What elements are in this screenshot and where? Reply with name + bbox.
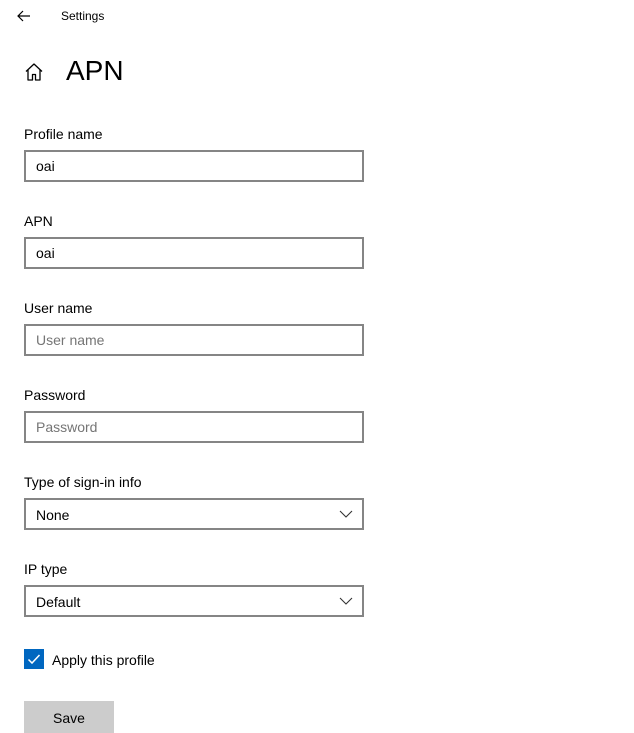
chevron-down-icon xyxy=(339,510,353,518)
home-icon xyxy=(25,63,43,81)
password-input[interactable] xyxy=(24,411,364,443)
profile-name-input[interactable] xyxy=(24,150,364,182)
checkmark-icon xyxy=(27,654,41,665)
back-button[interactable] xyxy=(10,4,38,28)
ip-type-value: Default xyxy=(36,594,81,610)
apply-profile-label[interactable]: Apply this profile xyxy=(52,652,155,668)
title-bar: Settings xyxy=(0,0,634,32)
ip-type-dropdown[interactable]: Default xyxy=(24,585,364,617)
chevron-down-icon xyxy=(339,597,353,605)
apn-input[interactable] xyxy=(24,237,364,269)
ip-type-label: IP type xyxy=(24,561,68,577)
sign-in-type-label: Type of sign-in info xyxy=(24,474,142,490)
profile-name-label: Profile name xyxy=(24,126,103,142)
page-title: APN xyxy=(66,55,124,86)
apn-label: APN xyxy=(24,213,53,229)
sign-in-type-value: None xyxy=(36,507,70,523)
home-button[interactable] xyxy=(22,60,46,84)
sign-in-type-dropdown[interactable]: None xyxy=(24,498,364,530)
password-label: Password xyxy=(24,387,86,403)
user-name-input[interactable] xyxy=(24,324,364,356)
save-button[interactable]: Save xyxy=(24,701,114,733)
apply-profile-checkbox[interactable] xyxy=(24,649,44,669)
user-name-label: User name xyxy=(24,300,93,316)
app-title: Settings xyxy=(61,9,105,23)
back-arrow-icon xyxy=(17,10,30,22)
